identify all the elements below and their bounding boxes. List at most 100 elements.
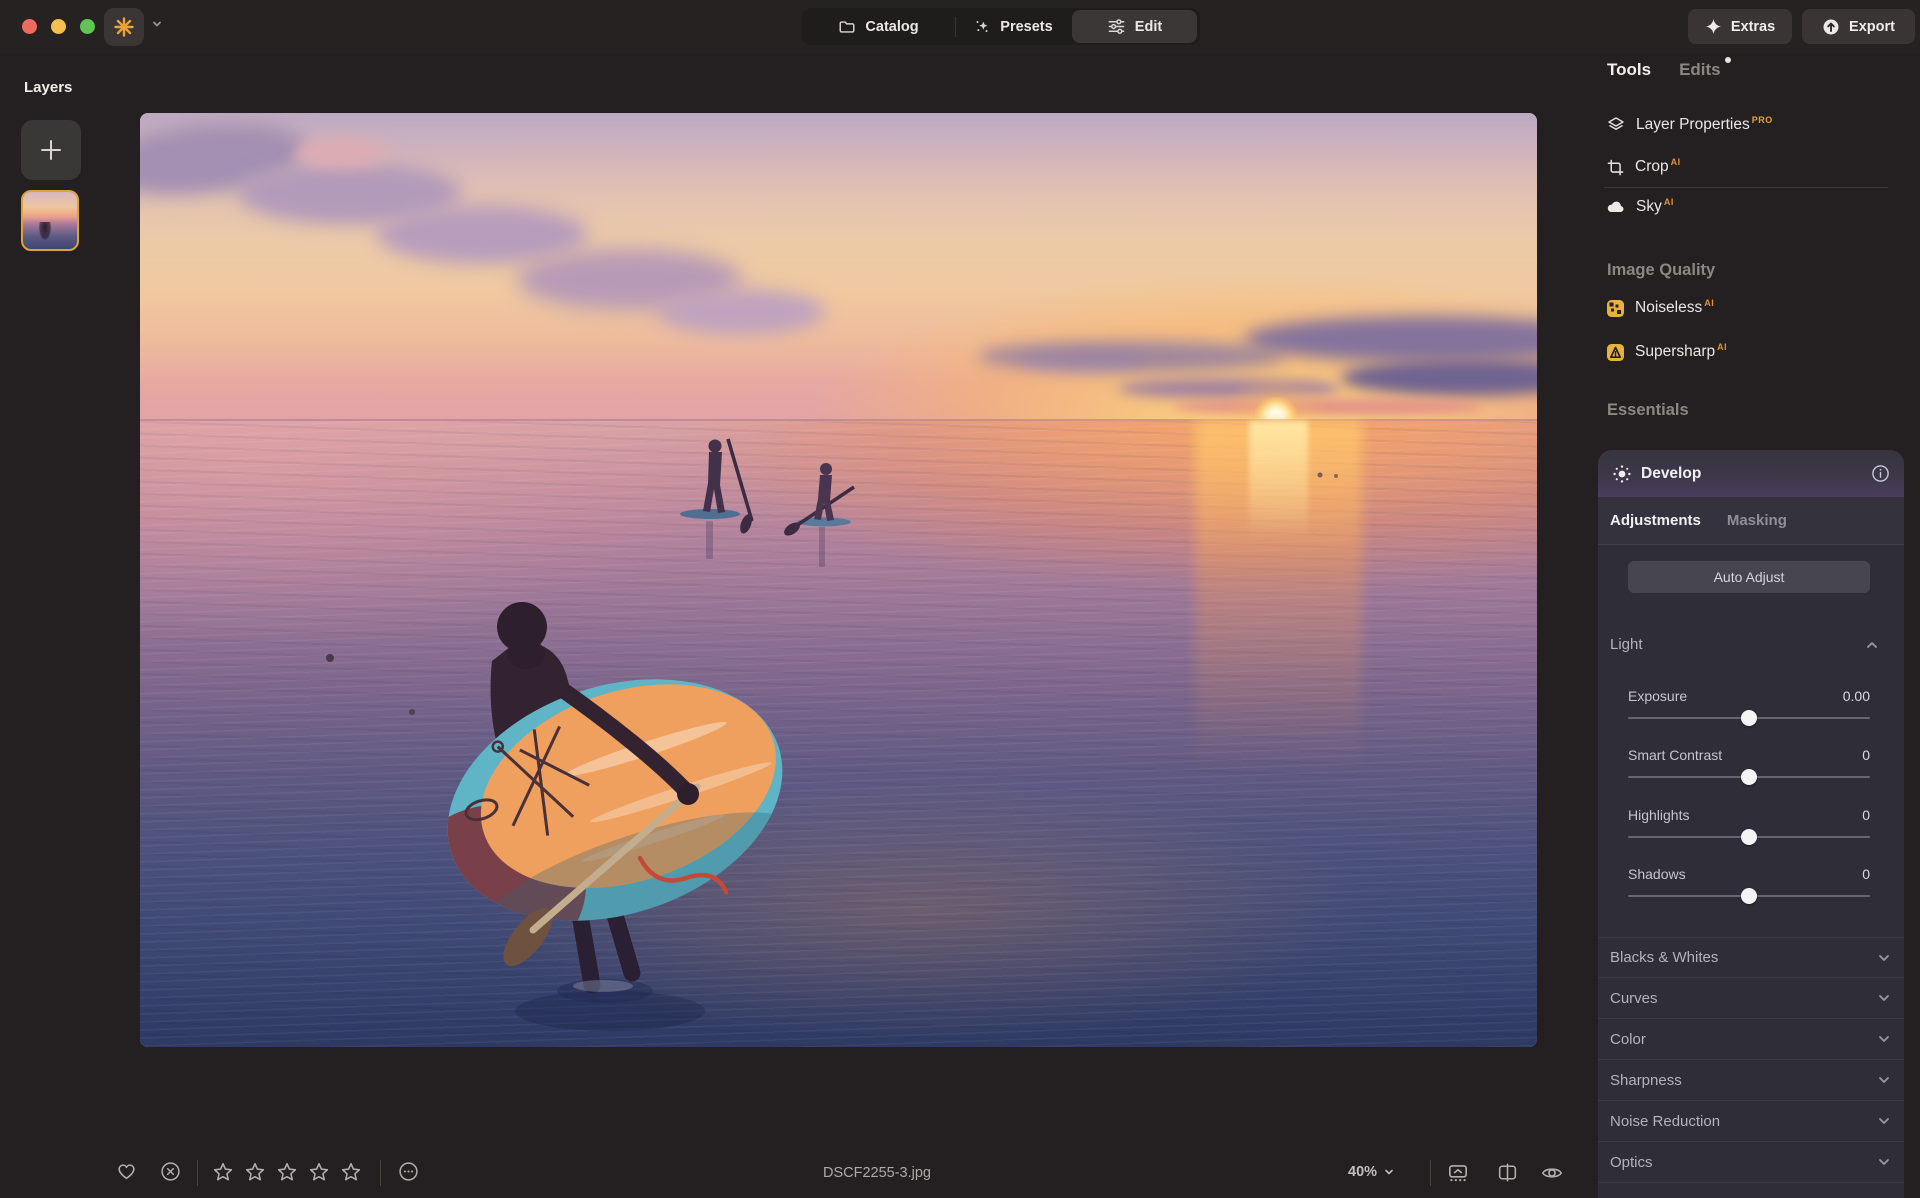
sidebar-tabbar: Tools Edits: [1607, 60, 1721, 80]
titlebar: Catalog Presets: [0, 0, 1920, 54]
layers-icon: [1606, 115, 1626, 135]
zoom-level-label: 40%: [1348, 1164, 1377, 1180]
luminar-window: Catalog Presets: [0, 0, 1920, 1198]
extras-label: Extras: [1731, 19, 1775, 35]
tab-edits[interactable]: Edits: [1679, 60, 1721, 80]
slider-track[interactable]: [1628, 895, 1870, 897]
man-with-paddleboard: [352, 602, 820, 1031]
export-label: Export: [1849, 19, 1895, 35]
tool-supersharp[interactable]: SupersharpAI: [1606, 339, 1906, 365]
tool-label: NoiselessAI: [1635, 298, 1714, 317]
tab-presets-label: Presets: [1000, 19, 1052, 35]
ai-badge: AI: [1664, 197, 1674, 207]
light-section-header[interactable]: Light: [1610, 636, 1892, 653]
chevron-up-icon[interactable]: [1864, 637, 1880, 653]
slider-label: Exposure: [1628, 688, 1687, 704]
slider-label: Shadows: [1628, 866, 1686, 882]
tab-presets[interactable]: Presets: [956, 8, 1070, 45]
sliders-icon: [1107, 17, 1126, 36]
paddleboarder-left: [680, 439, 754, 559]
develop-tabbar: Adjustments Masking: [1598, 497, 1904, 545]
slider-value: 0.00: [1843, 688, 1870, 704]
statusbar-separator: [197, 1160, 198, 1186]
more-options-icon[interactable]: [398, 1161, 419, 1182]
slider-thumb[interactable]: [1741, 710, 1757, 726]
noiseless-icon: [1606, 299, 1625, 318]
tab-masking[interactable]: Masking: [1727, 512, 1787, 529]
tool-label: SkyAI: [1636, 197, 1674, 216]
tool-crop[interactable]: CropAI: [1606, 154, 1906, 180]
collapsed-sections: Blacks & Whites Curves Color Sharpness N…: [1598, 937, 1904, 1183]
minimize-window-button[interactable]: [51, 19, 66, 34]
photo-canvas[interactable]: [140, 113, 1537, 1047]
layers-panel-title: Layers: [24, 79, 72, 96]
statusbar-separator: [380, 1160, 381, 1186]
tool-layer-properties[interactable]: Layer PropertiesPRO: [1606, 112, 1906, 138]
chevron-down-icon: [1876, 1113, 1892, 1129]
section-curves[interactable]: Curves: [1598, 978, 1904, 1019]
develop-header[interactable]: Develop: [1598, 450, 1904, 497]
slider-exposure: Exposure 0.00: [1628, 688, 1870, 736]
star-rating-5-icon[interactable]: [340, 1161, 362, 1183]
slider-track[interactable]: [1628, 776, 1870, 778]
slider-track[interactable]: [1628, 717, 1870, 719]
app-logo-button[interactable]: [104, 8, 144, 46]
fullscreen-window-button[interactable]: [80, 19, 95, 34]
tab-catalog[interactable]: Catalog: [802, 8, 955, 45]
tab-edit-active[interactable]: Edit: [1072, 10, 1197, 43]
section-color[interactable]: Color: [1598, 1019, 1904, 1060]
tab-catalog-label: Catalog: [865, 19, 918, 35]
export-button[interactable]: Export: [1802, 9, 1915, 44]
star-rating-2-icon[interactable]: [244, 1161, 266, 1183]
slider-value: 0: [1862, 866, 1870, 882]
add-layer-button[interactable]: [21, 120, 81, 180]
info-icon[interactable]: [1871, 464, 1890, 483]
chevron-down-icon: [1876, 990, 1892, 1006]
preview-eye-icon[interactable]: [1540, 1161, 1564, 1185]
section-noise-reduction[interactable]: Noise Reduction: [1598, 1101, 1904, 1142]
tool-sky[interactable]: SkyAI: [1606, 194, 1906, 220]
cloud-icon: [1606, 197, 1626, 217]
zoom-dropdown[interactable]: 40%: [1348, 1164, 1395, 1180]
before-after-split-icon[interactable]: [1496, 1161, 1519, 1184]
star-rating-4-icon[interactable]: [308, 1161, 330, 1183]
tab-tools[interactable]: Tools: [1607, 60, 1651, 80]
section-sharpness[interactable]: Sharpness: [1598, 1060, 1904, 1101]
ai-badge: AI: [1704, 298, 1714, 308]
slider-thumb[interactable]: [1741, 829, 1757, 845]
tool-label: SupersharpAI: [1635, 342, 1727, 361]
reject-x-circle-icon[interactable]: [160, 1161, 181, 1182]
sidebar-divider: [1604, 187, 1888, 188]
tool-noiseless[interactable]: NoiselessAI: [1606, 295, 1906, 321]
paddleboarder-right: [782, 463, 854, 567]
slider-smart-contrast: Smart Contrast 0: [1628, 747, 1870, 795]
layer-thumbnail-selected[interactable]: [21, 190, 79, 251]
slider-shadows: Shadows 0: [1628, 866, 1870, 914]
pro-badge: PRO: [1752, 115, 1773, 125]
plus-icon: [37, 136, 65, 164]
logo-chevron-down-icon[interactable]: [150, 17, 164, 31]
slider-thumb[interactable]: [1741, 888, 1757, 904]
chevron-down-icon: [1876, 1031, 1892, 1047]
section-optics[interactable]: Optics: [1598, 1142, 1904, 1183]
section-blacks-whites[interactable]: Blacks & Whites: [1598, 937, 1904, 978]
folder-icon: [838, 18, 856, 36]
chevron-down-icon: [1876, 1154, 1892, 1170]
chevron-down-icon: [1876, 1072, 1892, 1088]
crop-icon: [1606, 158, 1625, 177]
filmstrip-toggle-icon[interactable]: [1446, 1161, 1470, 1185]
supersharp-icon: [1606, 343, 1625, 362]
star-rating-3-icon[interactable]: [276, 1161, 298, 1183]
extras-button[interactable]: Extras: [1688, 9, 1792, 44]
auto-adjust-button[interactable]: Auto Adjust: [1628, 561, 1870, 593]
star-rating-1-icon[interactable]: [212, 1161, 234, 1183]
close-window-button[interactable]: [22, 19, 37, 34]
slider-thumb[interactable]: [1741, 769, 1757, 785]
filename-label: DSCF2255-3.jpg: [777, 1165, 977, 1181]
slider-track[interactable]: [1628, 836, 1870, 838]
favorite-heart-icon[interactable]: [116, 1161, 137, 1182]
tab-adjustments[interactable]: Adjustments: [1610, 512, 1701, 529]
develop-panel: Develop Adjustments Masking Auto Adjust …: [1598, 450, 1904, 1198]
presets-sparkle-icon: [973, 18, 991, 36]
develop-title: Develop: [1641, 465, 1862, 483]
